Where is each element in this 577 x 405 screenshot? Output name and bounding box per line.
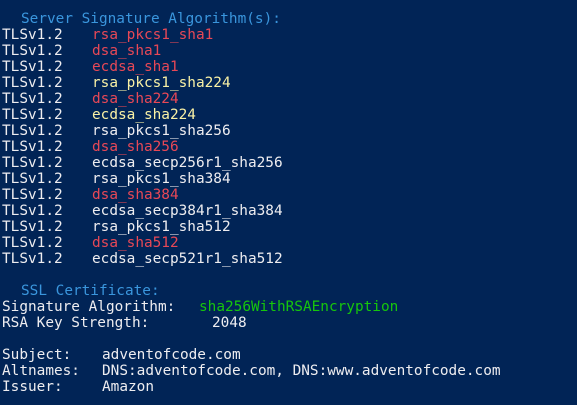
rsa-key-strength-row: RSA Key Strength: 2048 — [2, 315, 577, 331]
algorithm-name: rsa_pkcs1_sha224 — [92, 75, 231, 91]
protocol-label: TLSv1.2 — [2, 91, 63, 107]
algorithm-row: TLSv1.2 ecdsa_sha224 — [2, 107, 577, 123]
subject-label: Subject: — [2, 347, 72, 363]
altnames-row: Altnames: DNS:adventofcode.com, DNS:www.a… — [2, 363, 577, 379]
algorithm-row: TLSv1.2 dsa_sha512 — [2, 235, 577, 251]
issuer-row: Issuer: Amazon — [2, 379, 577, 395]
algorithm-name: dsa_sha256 — [92, 139, 179, 155]
algorithm-row: TLSv1.2 rsa_pkcs1_sha256 — [2, 123, 577, 139]
subject-value: adventofcode.com — [102, 347, 241, 363]
protocol-label: TLSv1.2 — [2, 139, 63, 155]
algorithm-row: TLSv1.2 dsa_sha1 — [2, 43, 577, 59]
protocol-label: TLSv1.2 — [2, 203, 63, 219]
algorithm-name: rsa_pkcs1_sha384 — [92, 171, 231, 187]
algorithm-row: TLSv1.2 rsa_pkcs1_sha224 — [2, 75, 577, 91]
algorithm-name: dsa_sha384 — [92, 187, 179, 203]
protocol-label: TLSv1.2 — [2, 107, 63, 123]
rsa-key-strength-label: RSA Key Strength: — [2, 315, 150, 331]
algorithm-list: TLSv1.2 rsa_pkcs1_sha1 TLSv1.2 dsa_sha1 TLSv… — [2, 27, 577, 267]
algorithm-row: TLSv1.2 rsa_pkcs1_sha1 — [2, 27, 577, 43]
algorithm-name: rsa_pkcs1_sha512 — [92, 219, 231, 235]
protocol-label: TLSv1.2 — [2, 155, 63, 171]
protocol-label: TLSv1.2 — [2, 123, 63, 139]
algorithm-row: TLSv1.2 ecdsa_secp384r1_sha384 — [2, 203, 577, 219]
issuer-value: Amazon — [102, 379, 154, 395]
algorithm-name: dsa_sha512 — [92, 235, 179, 251]
altnames-label: Altnames: — [2, 363, 80, 379]
algorithm-row: TLSv1.2 dsa_sha384 — [2, 187, 577, 203]
protocol-label: TLSv1.2 — [2, 75, 63, 91]
rsa-key-strength-value: 2048 — [212, 315, 247, 331]
algorithm-name: rsa_pkcs1_sha256 — [92, 123, 231, 139]
algorithm-name: ecdsa_secp521r1_sha512 — [92, 251, 283, 267]
protocol-label: TLSv1.2 — [2, 187, 63, 203]
algorithm-name: ecdsa_secp384r1_sha384 — [92, 203, 283, 219]
signature-algorithm-row: Signature Algorithm: sha256WithRSAEncrypt… — [2, 299, 577, 315]
signature-algorithm-label: Signature Algorithm: — [2, 299, 176, 315]
protocol-label: TLSv1.2 — [2, 235, 63, 251]
signature-algorithms-header: Server Signature Algorithm(s): — [21, 11, 281, 27]
algorithm-row: TLSv1.2 ecdsa_secp256r1_sha256 — [2, 155, 577, 171]
algorithm-name: rsa_pkcs1_sha1 — [92, 27, 214, 43]
algorithm-row: TLSv1.2 ecdsa_secp521r1_sha512 — [2, 251, 577, 267]
terminal-output: Server Signature Algorithm(s): TLSv1.2 rs… — [2, 11, 577, 395]
protocol-label: TLSv1.2 — [2, 171, 63, 187]
algorithm-row: TLSv1.2 dsa_sha256 — [2, 139, 577, 155]
protocol-label: TLSv1.2 — [2, 251, 63, 267]
algorithm-row: TLSv1.2 rsa_pkcs1_sha384 — [2, 171, 577, 187]
algorithm-name: dsa_sha1 — [92, 43, 162, 59]
algorithm-name: ecdsa_sha1 — [92, 59, 179, 75]
altnames-value: DNS:adventofcode.com, DNS:www.adventofco… — [102, 363, 501, 379]
algorithm-name: ecdsa_sha224 — [92, 107, 196, 123]
signature-algorithm-value: sha256WithRSAEncryption — [199, 299, 399, 315]
protocol-label: TLSv1.2 — [2, 59, 63, 75]
algorithm-row: TLSv1.2 rsa_pkcs1_sha512 — [2, 219, 577, 235]
protocol-label: TLSv1.2 — [2, 43, 63, 59]
algorithm-name: ecdsa_secp256r1_sha256 — [92, 155, 283, 171]
algorithm-name: dsa_sha224 — [92, 91, 179, 107]
ssl-certificate-header: SSL Certificate: — [21, 283, 160, 299]
issuer-label: Issuer: — [2, 379, 63, 395]
subject-row: Subject: adventofcode.com — [2, 347, 577, 363]
algorithm-row: TLSv1.2 dsa_sha224 — [2, 91, 577, 107]
algorithm-row: TLSv1.2 ecdsa_sha1 — [2, 59, 577, 75]
protocol-label: TLSv1.2 — [2, 27, 63, 43]
protocol-label: TLSv1.2 — [2, 219, 63, 235]
